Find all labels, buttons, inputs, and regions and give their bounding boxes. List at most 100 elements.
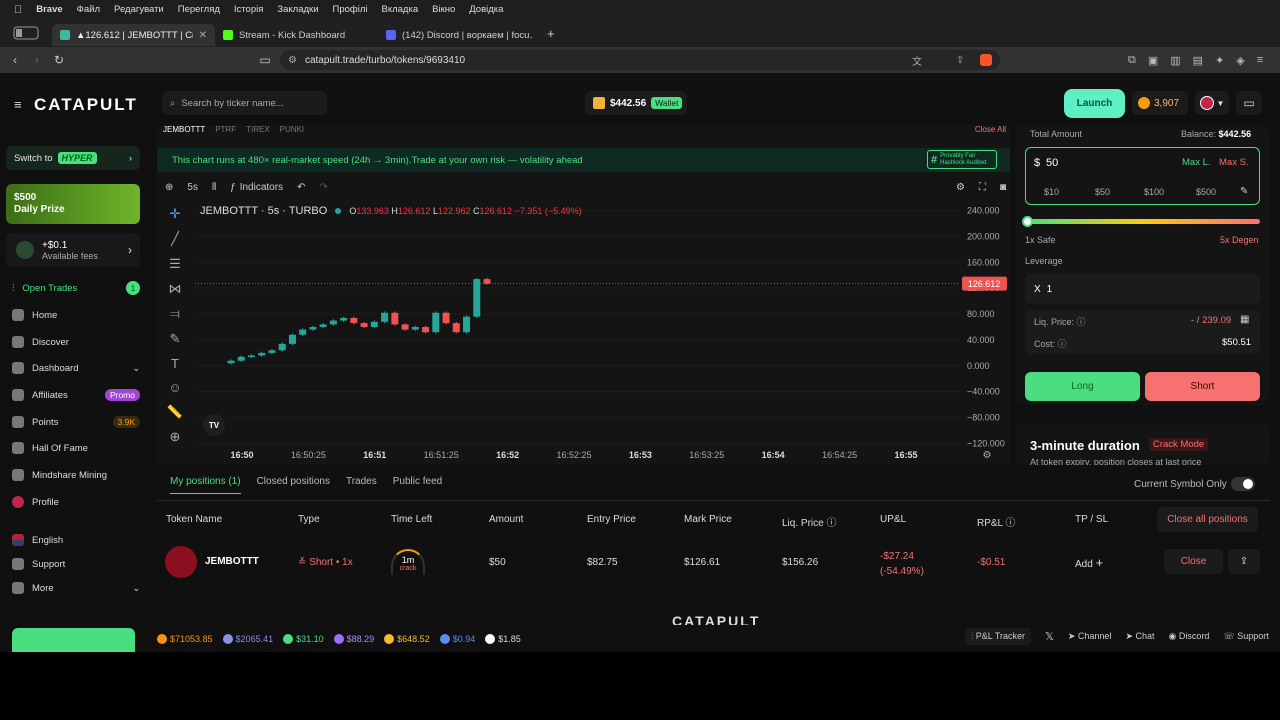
support-link[interactable]: ☏ Support: [1223, 631, 1268, 642]
info-icon[interactable]: ⓘ: [1058, 339, 1067, 349]
undo-icon[interactable]: ↶: [297, 182, 305, 193]
translate-icon[interactable]: 文: [912, 53, 922, 68]
info-icon[interactable]: ⓘ: [826, 518, 836, 529]
interval-selector[interactable]: 5s: [187, 182, 198, 193]
sidebar-panel-icon[interactable]: ▥: [1170, 54, 1180, 67]
crosshair-icon[interactable]: ✛: [170, 206, 181, 222]
horizontal-lines-icon[interactable]: ☰: [169, 256, 181, 272]
chart-type-icon[interactable]: ⫴: [212, 182, 216, 193]
wallet-ext-icon[interactable]: ▣: [1148, 54, 1158, 67]
leverage-input[interactable]: X 1: [1025, 274, 1260, 304]
hamburger-menu-icon[interactable]: ≡: [14, 97, 22, 112]
screenshot-icon[interactable]: ◙: [1000, 182, 1006, 193]
close-tab-icon[interactable]: ✕: [199, 30, 207, 41]
sidebar-item-dashboard[interactable]: Dashboard ⌄: [12, 358, 140, 378]
current-symbol-toggle[interactable]: [1231, 477, 1255, 491]
tab-public-feed[interactable]: Public feed: [393, 476, 442, 494]
long-button[interactable]: Long: [1025, 372, 1140, 401]
close-position-button[interactable]: Close: [1164, 549, 1223, 574]
menu-history[interactable]: Історія: [234, 4, 263, 15]
vpn-icon[interactable]: ◈: [1236, 54, 1244, 67]
share-icon[interactable]: ⇪: [956, 55, 964, 66]
provably-fair-badge[interactable]: # Provably Fair Hashlock Audited: [927, 150, 997, 169]
emoji-icon[interactable]: ☺: [168, 380, 181, 395]
sidebar-item-profile[interactable]: Profile: [12, 492, 140, 512]
info-icon[interactable]: ⓘ: [1077, 317, 1086, 327]
catapult-logo[interactable]: CATAPULT: [34, 95, 138, 115]
preset-50-button[interactable]: $50: [1095, 187, 1110, 197]
brush-icon[interactable]: ✎: [170, 331, 181, 347]
brave-shield-icon[interactable]: [980, 54, 992, 66]
browser-tab-discord[interactable]: (142) Discord | воркаем | focu…: [378, 24, 541, 46]
sidebar-item-open-trades[interactable]: ⫶ Open Trades 1: [12, 278, 140, 298]
add-symbol-icon[interactable]: ⊕: [165, 182, 173, 193]
fullscreen-icon[interactable]: ⛶: [979, 182, 986, 193]
redo-icon[interactable]: ↷: [319, 182, 327, 193]
trend-line-icon[interactable]: ╱: [171, 231, 179, 247]
pattern-icon[interactable]: ⋈: [169, 281, 182, 297]
switch-to-hyper-button[interactable]: Switch to HYPER ›: [6, 146, 140, 170]
menu-view[interactable]: Перегляд: [178, 4, 220, 15]
preset-10-button[interactable]: $10: [1044, 187, 1059, 197]
symbol-tab[interactable]: PUNKI: [280, 125, 304, 139]
bookmark-icon[interactable]: ▭: [254, 53, 276, 67]
leverage-slider[interactable]: [1022, 216, 1260, 227]
brave-wallet-icon[interactable]: ▤: [1193, 54, 1203, 67]
menu-help[interactable]: Довідка: [469, 4, 503, 15]
zoom-in-icon[interactable]: ⊕: [170, 429, 181, 445]
edit-pencil-icon[interactable]: ✎: [1240, 186, 1248, 197]
extensions-icon[interactable]: ⧉: [1128, 54, 1136, 67]
menu-profiles[interactable]: Профілі: [333, 4, 368, 15]
sidebar-item-discover[interactable]: Discover: [12, 332, 140, 352]
new-tab-button[interactable]: +: [547, 26, 555, 41]
daily-prize-card[interactable]: $500 Daily Prize: [6, 184, 140, 224]
tab-my-positions[interactable]: My positions (1): [170, 476, 241, 494]
tradingview-logo[interactable]: TV: [203, 414, 225, 436]
sidebar-toggle-icon[interactable]: [0, 26, 52, 40]
sidebar-item-more[interactable]: More ⌄: [12, 578, 140, 598]
profile-avatar-button[interactable]: ▼: [1195, 91, 1229, 115]
site-settings-icon[interactable]: ⚙: [288, 55, 297, 66]
close-all-positions-button[interactable]: Close all positions: [1157, 507, 1258, 532]
apple-icon[interactable]: : [14, 4, 22, 16]
preset-500-button[interactable]: $500: [1196, 187, 1216, 197]
sidebar-item-support[interactable]: Support: [12, 554, 140, 574]
settings-icon[interactable]: ⚙: [956, 182, 965, 193]
text-tool-icon[interactable]: T: [171, 356, 179, 371]
sidebar-item-points[interactable]: Points 3.9K: [12, 412, 140, 432]
back-icon[interactable]: ‹: [4, 53, 26, 67]
slider-thumb[interactable]: [1022, 216, 1033, 227]
language-selector[interactable]: English: [12, 530, 140, 550]
channel-link[interactable]: ➤ Channel: [1068, 631, 1112, 642]
preset-100-button[interactable]: $100: [1144, 187, 1164, 197]
tab-trades[interactable]: Trades: [346, 476, 377, 494]
amount-input[interactable]: 50: [1046, 157, 1058, 169]
leo-icon[interactable]: ✦: [1215, 54, 1224, 67]
symbol-tab[interactable]: TIREX: [246, 125, 270, 139]
info-icon[interactable]: ⓘ: [1006, 518, 1016, 529]
sidebar-item-affiliates[interactable]: Affiliates Promo: [12, 385, 140, 405]
menu-edit[interactable]: Редагувати: [114, 4, 164, 15]
close-all-tabs-button[interactable]: Close All: [975, 125, 1006, 139]
max-short-button[interactable]: Max S.: [1219, 157, 1249, 168]
available-fees-card[interactable]: +$0.1 Available fees ›: [6, 233, 140, 267]
ruler-icon[interactable]: 📏: [167, 404, 183, 420]
browser-tab-catapult[interactable]: ▲126.612 | JEMBOTTT | Crac… ✕: [52, 24, 215, 46]
symbol-tab[interactable]: PTRF: [215, 125, 236, 139]
search-input[interactable]: ⌕ Search by ticker name...: [162, 91, 327, 115]
menu-tab[interactable]: Вкладка: [382, 4, 419, 15]
forward-icon[interactable]: ›: [26, 53, 48, 67]
wallet-balance-button[interactable]: $442.56 Wallet: [585, 91, 687, 115]
browser-tab-kick[interactable]: Stream - Kick Dashboard: [215, 24, 378, 46]
discord-link[interactable]: ◉ Discord: [1169, 631, 1210, 642]
promo-card[interactable]: [12, 628, 135, 652]
sidebar-item-hall-of-fame[interactable]: Hall Of Fame: [12, 438, 140, 458]
menu-file[interactable]: Файл: [77, 4, 100, 15]
browser-menu-icon[interactable]: ≡: [1257, 54, 1263, 67]
measure-icon[interactable]: ⫤: [170, 306, 180, 322]
reload-icon[interactable]: ↻: [48, 53, 70, 67]
points-button[interactable]: 3,907: [1132, 91, 1188, 115]
tab-closed-positions[interactable]: Closed positions: [257, 476, 330, 494]
symbol-tab[interactable]: JEMBOTTT: [163, 125, 205, 139]
pnl-tracker-button[interactable]: ⫶ P&L Tracker: [965, 628, 1031, 645]
